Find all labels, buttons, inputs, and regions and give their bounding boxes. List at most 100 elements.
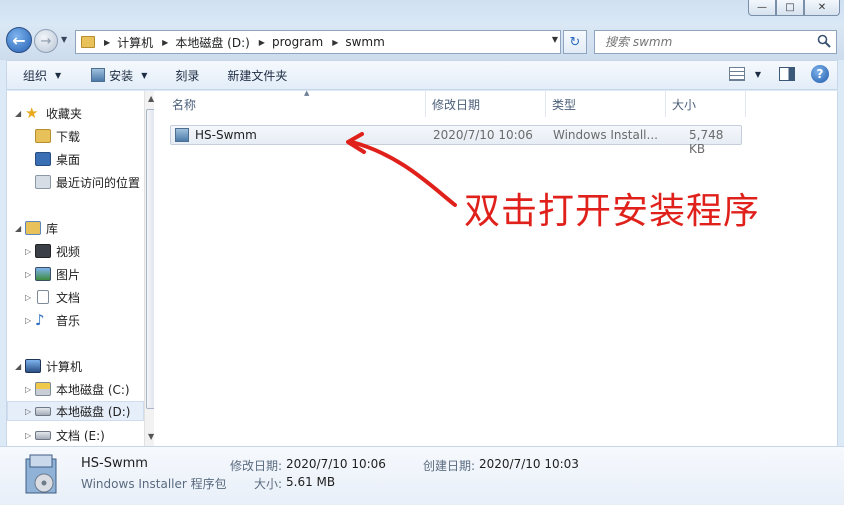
drive-icon [35, 430, 51, 440]
nav-drive-e[interactable]: ▷ 文档 (E:) [25, 425, 105, 445]
chevron-right-icon[interactable]: ▶ [332, 38, 338, 47]
install-button[interactable]: 安装 ▼ [91, 67, 147, 84]
nav-computer[interactable]: ◢ 计算机 [15, 356, 82, 376]
breadcrumb-drive-d[interactable]: 本地磁盘 (D:) [175, 34, 249, 51]
chevron-right-icon[interactable]: ▶ [259, 38, 265, 47]
details-pane: HS-Swmm Windows Installer 程序包 修改日期: 2020… [0, 446, 844, 505]
nav-label: 计算机 [46, 359, 83, 374]
search-icon[interactable] [817, 34, 831, 48]
recent-places-icon [35, 175, 51, 189]
file-size: 5,748 KB [689, 128, 724, 156]
chevron-down-icon: ▼ [55, 70, 62, 80]
breadcrumb-swmm[interactable]: swmm [345, 35, 384, 49]
video-icon [35, 244, 51, 258]
explorer-window: — □ ✕ ← → ▼ ▶ 计算机 ▶ 本地磁盘 (D:) ▶ program … [0, 0, 844, 505]
organize-label: 组织 [23, 68, 48, 83]
expand-right-icon[interactable]: ▷ [25, 247, 35, 256]
details-modified-value: 2020/7/10 10:06 [286, 457, 386, 471]
expand-right-icon[interactable]: ▷ [25, 270, 35, 279]
downloads-folder-icon [35, 129, 51, 143]
burn-button[interactable]: 刻录 [175, 67, 199, 84]
computer-icon [25, 359, 41, 373]
title-bar: — □ ✕ [0, 0, 844, 22]
address-dropdown-icon[interactable]: ▼ [552, 35, 558, 44]
nav-label: 图片 [56, 267, 81, 282]
search-box[interactable] [594, 30, 837, 54]
new-folder-label: 新建文件夹 [227, 68, 288, 83]
nav-label: 文档 [56, 290, 81, 305]
address-row: ← → ▼ ▶ 计算机 ▶ 本地磁盘 (D:) ▶ program ▶ swmm… [0, 22, 844, 60]
close-button[interactable]: ✕ [804, 0, 840, 16]
nav-label: 文档 (E:) [56, 428, 105, 443]
column-header-size[interactable]: 大小 [666, 91, 746, 117]
sort-ascending-icon: ▲ [304, 89, 310, 97]
details-size-value: 5.61 MB [286, 475, 336, 489]
organize-button[interactable]: 组织 ▼ [23, 67, 61, 84]
drive-icon [35, 406, 51, 416]
file-list: 名称 ▲ 修改日期 类型 大小 HS-Swmm 2020/7/10 10:06 … [154, 89, 838, 446]
minimize-button[interactable]: — [748, 0, 776, 16]
details-created-label: 创建日期: [423, 459, 476, 473]
nav-libraries[interactable]: ◢ 库 [15, 218, 58, 238]
column-header-type[interactable]: 类型 [546, 91, 666, 117]
recent-pages-dropdown[interactable]: ▼ [61, 35, 71, 45]
details-created-value: 2020/7/10 10:03 [479, 457, 579, 471]
installer-icon [91, 68, 106, 82]
column-header-name[interactable]: 名称 ▲ [166, 89, 426, 117]
file-row[interactable]: HS-Swmm 2020/7/10 10:06 Windows Install.… [170, 125, 742, 156]
nav-recent[interactable]: 最近访问的位置 [35, 172, 140, 192]
details-modified-label: 修改日期: [230, 459, 283, 473]
expand-right-icon[interactable]: ▷ [25, 407, 35, 416]
nav-desktop[interactable]: 桌面 [35, 149, 80, 169]
column-label: 类型 [552, 97, 577, 112]
nav-videos[interactable]: ▷ 视频 [25, 241, 80, 261]
expand-down-icon[interactable]: ◢ [15, 362, 25, 371]
system-drive-icon [35, 382, 51, 396]
maximize-button[interactable]: □ [776, 0, 804, 16]
library-icon [25, 221, 41, 235]
nav-pictures[interactable]: ▷ 图片 [25, 264, 80, 284]
nav-favorites[interactable]: ◢ ★ 收藏夹 [15, 103, 82, 123]
nav-label: 本地磁盘 (D:) [56, 404, 131, 419]
nav-drive-d[interactable]: ▷ 本地磁盘 (D:) [7, 401, 144, 421]
column-label: 大小 [672, 97, 697, 112]
breadcrumb-computer[interactable]: 计算机 [117, 34, 153, 51]
file-name: HS-Swmm [195, 128, 257, 142]
back-arrow-icon: ← [12, 30, 26, 50]
file-modified: 2020/7/10 10:06 [433, 128, 533, 142]
forward-button[interactable]: → [34, 29, 58, 53]
chevron-right-icon[interactable]: ▶ [162, 38, 168, 47]
nav-downloads[interactable]: 下载 [35, 126, 80, 146]
expand-right-icon[interactable]: ▷ [25, 431, 35, 440]
preview-pane-icon[interactable] [779, 67, 795, 81]
installer-package-icon [175, 128, 189, 142]
nav-documents[interactable]: ▷ 文档 [25, 287, 80, 307]
nav-label: 下载 [56, 129, 81, 144]
back-button[interactable]: ← [6, 27, 32, 53]
refresh-icon: ↻ [569, 34, 581, 50]
change-view-icon[interactable] [728, 67, 745, 81]
nav-label: 音乐 [56, 313, 81, 328]
expand-right-icon[interactable]: ▷ [25, 293, 35, 302]
star-icon: ★ [25, 104, 39, 122]
nav-drive-c[interactable]: ▷ 本地磁盘 (C:) [25, 379, 130, 399]
breadcrumb-program[interactable]: program [272, 35, 323, 49]
expand-right-icon[interactable]: ▷ [25, 385, 35, 394]
nav-label: 视频 [56, 244, 81, 259]
music-note-icon: ♪ [35, 311, 45, 329]
window-controls: — □ ✕ [748, 0, 840, 16]
expand-down-icon[interactable]: ◢ [15, 224, 25, 233]
refresh-button[interactable]: ↻ [563, 30, 587, 54]
expand-right-icon[interactable]: ▷ [25, 316, 35, 325]
nav-music[interactable]: ▷ ♪ 音乐 [25, 310, 80, 330]
address-bar[interactable]: ▶ 计算机 ▶ 本地磁盘 (D:) ▶ program ▶ swmm ▼ [75, 30, 561, 54]
help-icon[interactable]: ? [811, 65, 829, 83]
chevron-down-icon[interactable]: ▼ [755, 70, 761, 79]
details-file-name: HS-Swmm [81, 456, 148, 471]
burn-label: 刻录 [175, 68, 200, 83]
expand-down-icon[interactable]: ◢ [15, 109, 25, 118]
search-input[interactable] [605, 35, 805, 49]
new-folder-button[interactable]: 新建文件夹 [227, 67, 287, 84]
chevron-right-icon[interactable]: ▶ [104, 38, 110, 47]
column-header-modified[interactable]: 修改日期 [426, 91, 546, 117]
